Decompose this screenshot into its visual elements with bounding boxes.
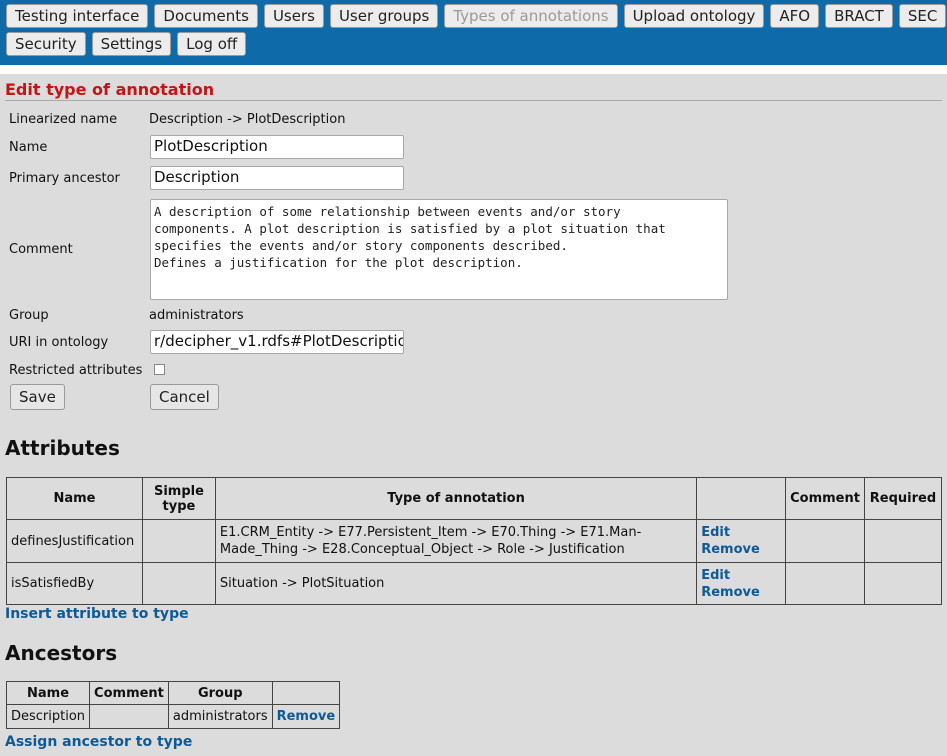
nav-types-of-annotations: Types of annotations <box>444 4 618 28</box>
linearized-value: Description -> PlotDescription <box>149 112 346 127</box>
save-button[interactable]: Save <box>10 384 65 410</box>
col-simple-type: Simple type <box>141 477 216 520</box>
col-actions <box>696 477 787 520</box>
table-row: definesJustification E1.CRM_Entity -> E7… <box>6 519 943 563</box>
nav-testing-interface[interactable]: Testing interface <box>6 4 149 28</box>
col-comment: Comment <box>89 681 169 705</box>
remove-ancestor-link[interactable]: Remove <box>277 709 336 724</box>
edit-link[interactable]: Edit <box>701 568 730 583</box>
attr-actions: Edit Remove <box>696 519 787 563</box>
attr-comment <box>785 562 865 605</box>
attr-name: isSatisfiedBy <box>6 562 143 605</box>
col-group: Group <box>167 681 273 705</box>
ancestor-comment <box>89 704 169 729</box>
nav-bract[interactable]: BRACT <box>825 4 893 28</box>
nav-row-2: Security Settings Log off <box>6 32 947 56</box>
ancestors-heading: Ancestors <box>5 641 118 665</box>
attributes-heading: Attributes <box>5 436 120 460</box>
primary-ancestor-label: Primary ancestor <box>9 171 120 186</box>
group-value: administrators <box>149 308 244 323</box>
top-navigation-bar: Testing interface Documents Users User g… <box>0 0 947 65</box>
nav-row-1: Testing interface Documents Users User g… <box>6 4 947 28</box>
cancel-button[interactable]: Cancel <box>150 384 219 410</box>
nav-upload-ontology[interactable]: Upload ontology <box>623 4 765 28</box>
attr-comment <box>785 519 865 563</box>
group-label: Group <box>9 308 49 323</box>
primary-ancestor-input[interactable]: Description <box>150 166 404 190</box>
assign-ancestor-link[interactable]: Assign ancestor to type <box>5 734 192 750</box>
col-type-of-annotation: Type of annotation <box>214 477 698 520</box>
ancestors-table: Name Comment Group Description administr… <box>5 681 341 729</box>
comment-textarea[interactable]: A description of some relationship betwe… <box>150 199 728 300</box>
nav-security[interactable]: Security <box>6 32 86 56</box>
uri-label: URI in ontology <box>9 335 109 350</box>
attr-required <box>863 519 943 563</box>
main-content: Edit type of annotation Linearized name … <box>0 80 947 756</box>
ancestors-header-row: Name Comment Group <box>5 681 341 705</box>
linearized-label: Linearized name <box>9 112 118 127</box>
attr-simple-type <box>141 562 216 605</box>
nav-log-off[interactable]: Log off <box>177 32 247 56</box>
insert-attribute-link[interactable]: Insert attribute to type <box>5 606 189 622</box>
nav-users[interactable]: Users <box>263 4 324 28</box>
comment-label: Comment <box>9 242 73 257</box>
nav-sec[interactable]: SEC <box>898 4 947 28</box>
table-row: Description administrators Remove <box>5 704 341 729</box>
attributes-table: Name Simple type Type of annotation Comm… <box>6 477 943 605</box>
edit-link[interactable]: Edit <box>701 525 730 540</box>
restricted-attributes-label: Restricted attributes <box>9 363 143 378</box>
page-title: Edit type of annotation <box>5 80 942 101</box>
name-input[interactable]: PlotDescription <box>150 135 404 159</box>
attr-name: definesJustification <box>6 519 143 563</box>
ancestor-name: Description <box>5 704 91 729</box>
table-row: isSatisfiedBy Situation -> PlotSituation… <box>6 562 943 605</box>
attr-actions: Edit Remove <box>696 562 787 605</box>
remove-link[interactable]: Remove <box>701 542 760 557</box>
nav-afo[interactable]: AFO <box>770 4 820 28</box>
remove-link[interactable]: Remove <box>701 585 760 600</box>
ancestor-group: administrators <box>167 704 273 729</box>
nav-settings[interactable]: Settings <box>91 32 172 56</box>
attr-type: Situation -> PlotSituation <box>214 562 698 605</box>
restricted-attributes-checkbox[interactable] <box>154 364 165 375</box>
nav-documents[interactable]: Documents <box>154 4 258 28</box>
attr-required <box>863 562 943 605</box>
attributes-header-row: Name Simple type Type of annotation Comm… <box>6 477 943 520</box>
col-comment: Comment <box>785 477 865 520</box>
name-label: Name <box>9 140 48 155</box>
nav-user-groups[interactable]: User groups <box>329 4 439 28</box>
attr-simple-type <box>141 519 216 563</box>
header-separator <box>0 65 947 74</box>
col-name: Name <box>5 681 91 705</box>
uri-input[interactable]: r/decipher_v1.rdfs#PlotDescription <box>150 330 404 354</box>
col-required: Required <box>863 477 943 520</box>
col-actions <box>271 681 341 705</box>
ancestor-actions: Remove <box>271 704 341 729</box>
attr-type: E1.CRM_Entity -> E77.Persistent_Item -> … <box>214 519 698 563</box>
col-name: Name <box>6 477 143 520</box>
